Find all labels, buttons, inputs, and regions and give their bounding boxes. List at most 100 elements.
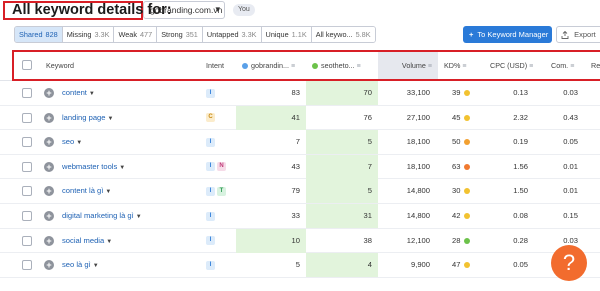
intent-cell: C bbox=[206, 106, 236, 130]
row-checkbox[interactable] bbox=[22, 88, 32, 98]
add-keyword-icon[interactable]: + bbox=[44, 235, 54, 246]
filter-tab[interactable]: Strong 351 bbox=[157, 27, 203, 42]
position-domain1[interactable]: 5 bbox=[236, 253, 306, 277]
row-checkbox[interactable] bbox=[22, 211, 32, 221]
column-header-cpc[interactable]: CPC (USD) ≡ bbox=[490, 50, 546, 81]
intent-badge: I bbox=[206, 211, 215, 221]
table-row: + webmaster tools ▼ I N 43 7 18,100 63 1.56 0.01 bbox=[0, 154, 600, 180]
row-checkbox[interactable] bbox=[22, 260, 32, 271]
filter-tab[interactable]: Weak 477 bbox=[114, 27, 158, 42]
row-checkbox[interactable] bbox=[22, 161, 32, 172]
position-domain2[interactable]: 38 bbox=[306, 229, 378, 253]
row-checkbox[interactable] bbox=[22, 137, 32, 148]
position-domain2[interactable]: 4 bbox=[306, 253, 378, 278]
kd-cell: 63 bbox=[452, 155, 488, 179]
position-domain2[interactable]: 31 bbox=[306, 204, 378, 228]
position-domain1[interactable]: 41 bbox=[236, 105, 306, 130]
position-domain1[interactable]: 43 bbox=[236, 155, 306, 179]
volume-value: 27,100 bbox=[406, 112, 430, 122]
chevron-down-icon[interactable]: ▼ bbox=[93, 263, 99, 269]
row-checkbox[interactable] bbox=[22, 235, 32, 246]
column-header-results[interactable]: Re bbox=[591, 50, 600, 81]
volume-value: 12,100 bbox=[406, 235, 430, 245]
kd-value: 28 bbox=[452, 235, 461, 245]
to-keyword-manager-label: To Keyword Manager bbox=[477, 30, 549, 39]
keyword-link[interactable]: webmaster tools ▼ bbox=[62, 155, 202, 179]
chevron-down-icon[interactable]: ▼ bbox=[105, 189, 111, 195]
chevron-down-icon[interactable]: ▼ bbox=[136, 214, 142, 220]
position-domain2[interactable]: 7 bbox=[306, 154, 378, 179]
keyword-link[interactable]: social media ▼ bbox=[62, 229, 202, 253]
to-keyword-manager-button[interactable]: + To Keyword Manager bbox=[463, 26, 552, 43]
row-checkbox[interactable] bbox=[22, 186, 32, 197]
keyword-text: landing page bbox=[62, 112, 106, 122]
chevron-down-icon[interactable]: ▼ bbox=[108, 116, 114, 122]
position-domain2[interactable]: 70 bbox=[306, 81, 378, 105]
keyword-link[interactable]: landing page ▼ bbox=[62, 106, 202, 130]
intent-cell: IT bbox=[206, 179, 236, 203]
filter-tab[interactable]: All keywo... 5.8K bbox=[311, 27, 375, 42]
filter-tab-count: 3.3K bbox=[94, 30, 110, 39]
competition-value: 0.43 bbox=[563, 112, 578, 122]
competition-value: 0.05 bbox=[563, 137, 578, 147]
export-button[interactable]: Export bbox=[556, 26, 600, 43]
filter-tab-count: 351 bbox=[185, 30, 198, 39]
position-domain1[interactable]: 7 bbox=[236, 130, 306, 154]
column-header-keyword[interactable]: Keyword bbox=[46, 50, 166, 81]
table-row: + content ▼ I 83 70 33,100 39 0.13 0.03 bbox=[0, 81, 600, 106]
export-label: Export bbox=[574, 30, 596, 39]
select-all-checkbox[interactable] bbox=[22, 60, 32, 70]
position-domain1[interactable]: 83 bbox=[236, 81, 306, 105]
column-header-domain1[interactable]: gobrandin... ≡ bbox=[238, 50, 306, 81]
filter-tab[interactable]: Untapped 3.3K bbox=[202, 27, 262, 42]
add-keyword-icon[interactable]: + bbox=[44, 161, 54, 172]
sort-desc-icon: ≡ bbox=[427, 63, 432, 70]
add-keyword-icon[interactable]: + bbox=[44, 112, 54, 123]
cpc-value: 0.08 bbox=[513, 211, 528, 220]
table-row: +seo là gì▼I549,900470.050.02 bbox=[0, 253, 600, 278]
keyword-link[interactable]: seo ▼ bbox=[62, 130, 202, 154]
column-header-intent[interactable]: Intent bbox=[206, 50, 236, 81]
keyword-link[interactable]: seo là gì ▼ bbox=[62, 253, 202, 277]
filter-tab[interactable]: Unique 1.1K bbox=[261, 27, 312, 42]
filter-tab-label: Missing bbox=[66, 30, 92, 39]
keyword-link[interactable]: content là gì ▼ bbox=[62, 179, 202, 203]
column-header-com[interactable]: Com. ≡ bbox=[551, 50, 587, 81]
filter-tab[interactable]: Shared 828 bbox=[15, 27, 63, 42]
kd-difficulty-dot-icon bbox=[464, 90, 471, 96]
filter-tab[interactable]: Missing 3.3K bbox=[62, 27, 115, 42]
add-keyword-icon[interactable]: + bbox=[44, 211, 54, 221]
kd-value: 45 bbox=[452, 112, 461, 122]
add-keyword-icon[interactable]: + bbox=[44, 88, 54, 98]
position-domain2[interactable]: 5 bbox=[306, 130, 378, 155]
kd-value: 42 bbox=[452, 211, 461, 220]
domain-select[interactable]: gobranding.com.vn ▾ bbox=[143, 1, 225, 19]
help-button[interactable]: ? bbox=[551, 245, 587, 281]
chevron-down-icon[interactable]: ▼ bbox=[106, 239, 112, 245]
add-keyword-icon[interactable]: + bbox=[44, 260, 54, 271]
chevron-down-icon[interactable]: ▼ bbox=[76, 140, 82, 146]
kd-value: 63 bbox=[452, 161, 461, 171]
add-keyword-icon[interactable]: + bbox=[44, 137, 54, 148]
keyword-link[interactable]: digital marketing là gì ▼ bbox=[62, 204, 202, 228]
position-domain2[interactable]: 76 bbox=[306, 106, 378, 130]
position-domain1[interactable]: 33 bbox=[236, 204, 306, 228]
keyword-link[interactable]: content ▼ bbox=[62, 81, 202, 105]
column-header-kd[interactable]: KD% ≡ bbox=[444, 50, 488, 81]
column-header-volume[interactable]: Volume ≡ bbox=[378, 50, 438, 81]
column-header-domain2[interactable]: seotheto... ≡ bbox=[308, 50, 376, 81]
position-domain1[interactable]: 79 bbox=[236, 179, 306, 203]
chevron-down-icon[interactable]: ▼ bbox=[89, 91, 95, 97]
row-checkbox[interactable] bbox=[22, 112, 32, 123]
table-row: + content là gì ▼ I T 79 5 14,800 30 1.50 0.01 bbox=[0, 179, 600, 204]
column-header-results-label: Re bbox=[591, 61, 600, 70]
add-keyword-icon[interactable]: + bbox=[44, 186, 54, 197]
position-domain2[interactable]: 5 bbox=[306, 179, 378, 204]
intent-badge: C bbox=[206, 113, 215, 123]
intent-cell: I bbox=[206, 229, 236, 253]
intent-badge: I bbox=[206, 88, 215, 98]
position-domain1[interactable]: 10 bbox=[236, 228, 306, 253]
filter-tab-count: 3.3K bbox=[241, 30, 257, 39]
intent-cell: I bbox=[206, 253, 236, 277]
chevron-down-icon[interactable]: ▼ bbox=[119, 165, 125, 171]
